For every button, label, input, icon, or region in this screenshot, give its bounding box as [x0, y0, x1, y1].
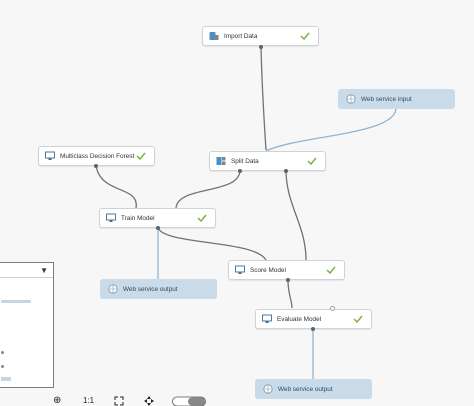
monitor-model-icon	[262, 314, 272, 323]
edge-score-to-evaluate	[287, 279, 293, 309]
node-label: Web service output	[123, 285, 178, 293]
output-port[interactable]	[94, 164, 98, 168]
output-port[interactable]	[259, 45, 263, 49]
properties-panel[interactable]: ▼	[0, 262, 54, 388]
output-port[interactable]	[156, 226, 160, 230]
actual-size-button[interactable]: 1:1	[83, 396, 94, 406]
checkmark-icon	[300, 32, 310, 41]
edge-forest-to-train	[95, 164, 137, 209]
web-service-globe-icon	[346, 94, 356, 104]
edge-train-to-score	[157, 227, 267, 261]
move-icon[interactable]	[144, 396, 154, 406]
fit-to-screen-icon[interactable]	[114, 396, 124, 406]
output-port[interactable]	[284, 169, 288, 173]
web-service-globe-icon	[263, 384, 273, 394]
node-web-service-output[interactable]: Web service output	[255, 379, 372, 399]
input-port[interactable]	[330, 306, 335, 311]
split-data-icon	[216, 157, 226, 165]
output-port[interactable]	[238, 169, 242, 173]
chevron-down-icon[interactable]: ▼	[40, 266, 48, 275]
node-evaluate-model[interactable]: Evaluate Model	[255, 309, 372, 329]
panel-slider[interactable]	[1, 300, 31, 303]
edge-split-to-train	[175, 169, 241, 209]
edge-import-to-split	[260, 45, 267, 151]
radio-dot[interactable]	[1, 351, 4, 354]
node-multiclass-decision-forest[interactable]: Multiclass Decision Forest	[38, 146, 155, 166]
node-label: Multiclass Decision Forest	[60, 152, 135, 160]
node-split-data[interactable]: Split Data	[209, 151, 326, 171]
edge-split-to-score	[285, 169, 307, 261]
panel-selection-strip[interactable]	[1, 377, 11, 381]
canvas-toolbar: ⊕ 1:1	[50, 396, 220, 406]
panel-header[interactable]: ▼	[0, 263, 53, 278]
output-port[interactable]	[311, 327, 315, 331]
database-import-icon	[209, 32, 219, 40]
radio-dot[interactable]	[1, 365, 4, 368]
monitor-model-icon	[235, 265, 245, 274]
node-label: Web service output	[278, 385, 333, 393]
checkmark-icon	[326, 266, 336, 275]
edge-webinput-to-split	[265, 107, 397, 152]
monitor-model-icon	[106, 213, 116, 222]
node-web-service-input[interactable]: Web service input	[338, 89, 455, 109]
web-service-globe-icon	[108, 284, 118, 294]
toggle-icon[interactable]	[172, 396, 206, 406]
node-label: Score Model	[250, 266, 286, 274]
node-label: Train Model	[121, 214, 155, 222]
node-label: Split Data	[231, 157, 259, 165]
checkmark-icon	[307, 157, 317, 166]
node-label: Evaluate Model	[277, 315, 322, 323]
experiment-canvas	[95, 45, 397, 379]
node-train-model[interactable]: Train Model	[99, 208, 216, 228]
output-port[interactable]	[286, 278, 290, 282]
node-score-model[interactable]: Score Model	[228, 260, 345, 280]
checkmark-icon	[353, 315, 363, 324]
checkmark-icon	[197, 214, 207, 223]
zoom-in-button[interactable]: ⊕	[53, 396, 61, 406]
node-import-data[interactable]: Import Data	[202, 26, 319, 46]
node-label: Web service input	[361, 95, 412, 103]
monitor-model-icon	[45, 151, 55, 160]
checkmark-icon	[136, 152, 146, 161]
node-web-service-output[interactable]: Web service output	[100, 279, 217, 299]
node-label: Import Data	[224, 32, 258, 40]
